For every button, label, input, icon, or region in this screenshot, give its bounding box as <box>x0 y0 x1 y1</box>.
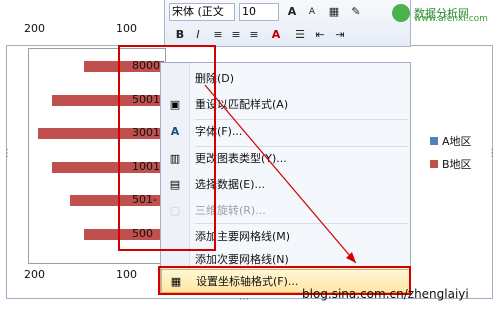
indent-decrease-icon[interactable]: ⇤ <box>311 26 329 44</box>
pen-color-icon[interactable]: ✎ <box>347 3 365 21</box>
legend-label-a: A地区 <box>442 135 472 148</box>
menu-item-select-data[interactable]: ▤ 选择数据(E)... <box>161 171 410 197</box>
menu-item-label: 添加主要网格线(M) <box>195 230 291 243</box>
grow-font-button[interactable]: A <box>283 3 301 21</box>
font-size-select[interactable]: 10 <box>239 3 279 21</box>
menu-item-3d-rotation: ▢ 三维旋转(R)... <box>161 197 410 223</box>
menu-item-label: 删除(D) <box>195 72 235 85</box>
right-resize-handle[interactable]: ⋮ <box>487 148 495 159</box>
category-label-4: 501- <box>132 193 157 206</box>
blog-url: blog.sina.com.cn/zhenglaiyi <box>302 287 469 301</box>
bullets-icon[interactable]: ☰ <box>291 26 309 44</box>
shrink-font-button[interactable]: A <box>303 3 321 21</box>
chart-icon: ▥ <box>169 151 181 165</box>
legend-swatch-b <box>430 160 438 168</box>
menu-item-label: 更改图表类型(Y)... <box>195 152 287 165</box>
reset-style-icon: ▣ <box>169 97 181 111</box>
menu-item-reset-style[interactable]: ▣ 重设以匹配样式(A) <box>161 91 410 117</box>
align-right-icon[interactable]: ≡ <box>245 26 263 44</box>
menu-item-delete[interactable]: 删除(D) <box>161 65 410 91</box>
left-resize-handle[interactable]: ⋮ <box>2 148 12 159</box>
align-left-icon[interactable]: ≡ <box>209 26 227 44</box>
menu-item-font[interactable]: A 字体(F)... <box>161 118 410 144</box>
bold-button[interactable]: B <box>171 26 189 44</box>
legend-swatch-a <box>430 137 438 145</box>
legend-item-a: A地区 <box>430 133 472 149</box>
fill-color-icon[interactable]: ▦ <box>325 3 343 21</box>
x-axis-tick-top-100: 100 <box>116 22 137 35</box>
legend-label-b: B地区 <box>442 158 472 171</box>
rotate-3d-icon: ▢ <box>169 203 181 217</box>
legend-item-b: B地区 <box>430 156 472 172</box>
menu-item-label: 设置坐标轴格式(F)... <box>196 275 299 288</box>
italic-button[interactable]: I <box>189 26 207 44</box>
font-family-select[interactable]: 宋体 (正文 <box>169 3 235 21</box>
menu-item-label: 选择数据(E)... <box>195 178 266 191</box>
font-icon: A <box>170 124 180 138</box>
watermark-url: www.afenxi.com <box>414 14 488 24</box>
menu-item-label: 重设以匹配样式(A) <box>195 98 289 111</box>
menu-item-label: 添加次要网格线(N) <box>195 253 289 266</box>
menu-item-label: 三维旋转(R)... <box>195 204 266 217</box>
font-color-button[interactable]: A <box>267 26 285 44</box>
align-center-icon[interactable]: ≡ <box>227 26 245 44</box>
mini-toolbar: 宋体 (正文 10 A A ▦ ✎ B I ≡ ≡ ≡ A ☰ ⇤ ⇥ <box>164 0 411 47</box>
category-label-5: 500 <box>132 226 153 240</box>
context-menu: 删除(D) ▣ 重设以匹配样式(A) A 字体(F)... ▥ 更改图表类型(Y… <box>160 62 411 294</box>
category-label-0: 8000 <box>132 59 160 72</box>
menu-item-change-chart-type[interactable]: ▥ 更改图表类型(Y)... <box>161 145 410 171</box>
watermark-logo-icon <box>392 4 410 22</box>
menu-item-label: 字体(F)... <box>195 125 243 138</box>
x-axis-tick-bottom-100: 100 <box>116 268 137 281</box>
indent-increase-icon[interactable]: ⇥ <box>331 26 349 44</box>
bottom-resize-handle[interactable]: ⋯ <box>239 294 249 305</box>
x-axis-tick-top-200: 200 <box>24 22 45 35</box>
format-axis-icon: ▦ <box>170 274 182 288</box>
watermark: 数据分析网 www.afenxi.com <box>392 0 495 26</box>
x-axis-tick-bottom-200: 200 <box>24 268 45 281</box>
select-data-icon: ▤ <box>169 177 181 191</box>
